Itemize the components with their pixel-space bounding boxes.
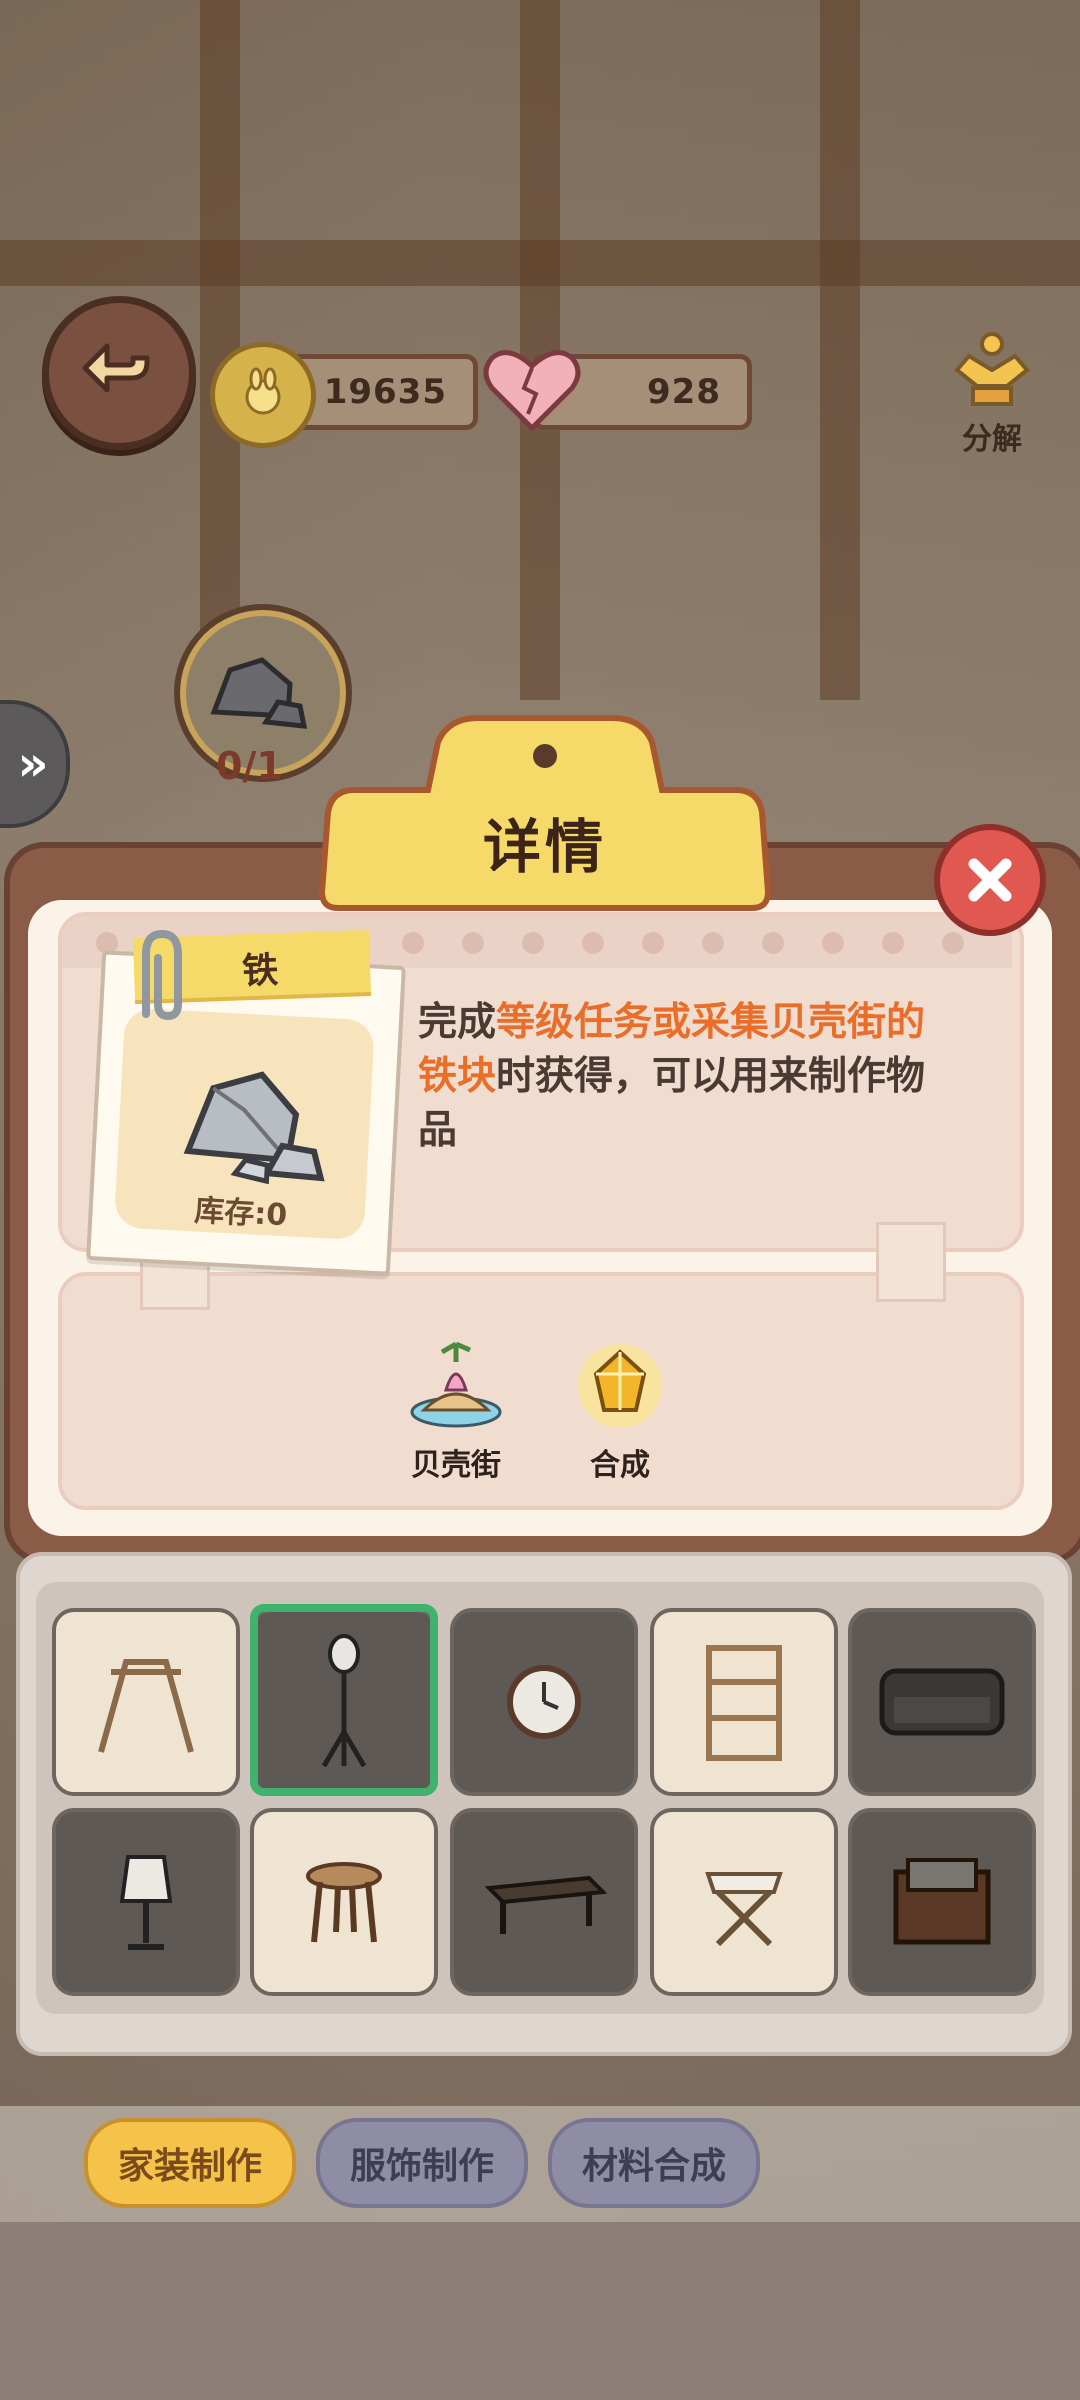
grid-item-bookshelf[interactable]	[650, 1608, 838, 1796]
decompose-icon	[954, 332, 1030, 406]
table-lamp-icon	[119, 1855, 173, 1950]
tab-label: 材料合成	[581, 2146, 726, 2187]
grid-item-stool[interactable]	[250, 1808, 438, 1996]
binder-hole	[522, 932, 544, 954]
dialog-title: 详情	[482, 813, 607, 881]
close-icon	[968, 858, 1012, 902]
tab-home-crafting[interactable]: 家装制作	[84, 2118, 296, 2208]
binder-hole	[702, 932, 724, 954]
back-button[interactable]	[42, 296, 196, 450]
binder-hole	[942, 932, 964, 954]
source-label: 贝壳街	[411, 1448, 501, 1483]
island-icon	[410, 1341, 502, 1428]
clothes-rack-icon	[98, 1659, 194, 1753]
coin-value: 19635	[323, 372, 447, 412]
coffee-table-icon	[484, 1875, 608, 1934]
tab-clothing-crafting[interactable]: 服饰制作	[316, 2118, 528, 2208]
source-shell-street[interactable]: 贝壳街	[386, 1338, 526, 1484]
grid-item-cabinet[interactable]	[848, 1808, 1036, 1996]
clock-icon	[507, 1665, 581, 1739]
cabinet-icon	[893, 1858, 991, 1945]
material-count: 0/1	[216, 744, 283, 788]
tab-material-synthesis[interactable]: 材料合成	[548, 2118, 760, 2208]
chevron-right-icon: »	[17, 736, 49, 792]
grid-item-wall-clock[interactable]	[450, 1608, 638, 1796]
stool-icon	[306, 1862, 382, 1943]
grid-item-folding-stool[interactable]	[650, 1808, 838, 1996]
binder-hole	[402, 932, 424, 954]
decompose-button[interactable]: 分解	[932, 330, 1052, 458]
close-button[interactable]	[934, 824, 1046, 936]
back-arrow-icon	[82, 343, 150, 393]
heart-value: 928	[647, 372, 721, 412]
decompose-label: 分解	[962, 422, 1022, 457]
item-name: 铁	[241, 950, 279, 993]
dialog-title-banner: 详情	[318, 712, 772, 912]
grid-item-clothes-rack[interactable]	[52, 1608, 240, 1796]
source-synthesis[interactable]: 合成	[550, 1338, 690, 1484]
binder-hole	[762, 932, 784, 954]
bookshelf-icon	[706, 1645, 782, 1761]
tab-label: 服饰制作	[349, 2146, 494, 2187]
source-label: 合成	[590, 1448, 650, 1483]
crystal-icon	[578, 1344, 662, 1428]
bottom-area	[0, 2222, 1080, 2400]
grid-item-table-lamp[interactable]	[52, 1808, 240, 1996]
binder-hole	[822, 932, 844, 954]
item-description: 完成等级任务或采集贝壳街的铁块时获得，可以用来制作物品	[418, 996, 958, 1158]
binder-hole	[462, 932, 484, 954]
tab-label: 家装制作	[117, 2146, 262, 2187]
paperclip-icon	[142, 929, 182, 1021]
grid-item-coffee-table[interactable]	[450, 1808, 638, 1996]
selection-frame	[250, 1604, 438, 1796]
coin-icon	[210, 342, 316, 448]
sofa-icon	[879, 1668, 1005, 1736]
folding-stool-icon	[705, 1872, 783, 1947]
tape-decoration	[876, 1222, 946, 1302]
binder-hole	[642, 932, 664, 954]
binder-hole	[882, 932, 904, 954]
heart-icon	[480, 342, 584, 438]
description-prefix: 完成	[418, 1000, 497, 1045]
grid-item-sofa[interactable]	[848, 1608, 1036, 1796]
binder-hole	[582, 932, 604, 954]
